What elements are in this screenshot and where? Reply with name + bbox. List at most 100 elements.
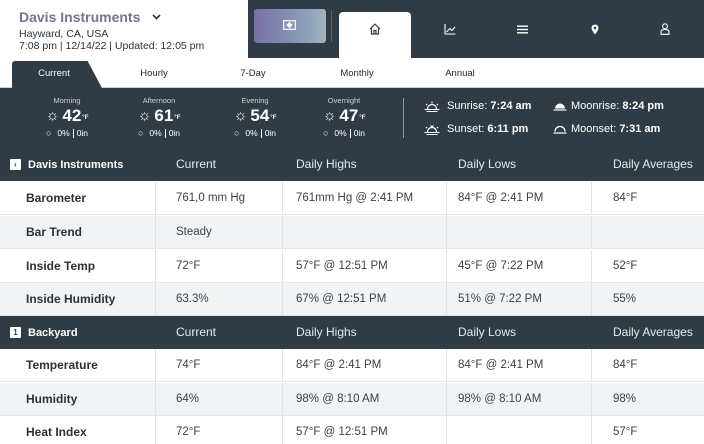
moonset-icon: [553, 124, 567, 134]
tab-7-day[interactable]: 7-Day: [228, 58, 278, 88]
forecast-unit: °F: [174, 115, 181, 121]
row-label: Humidity: [26, 392, 78, 406]
sensor-number-icon: 1: [10, 327, 21, 338]
forecast-precip-amount: 0in: [353, 128, 366, 138]
section-title-text: Backyard: [28, 326, 78, 339]
divider: [72, 128, 74, 138]
divider: [164, 128, 166, 138]
column-header-daily-lows: Daily Lows: [458, 157, 517, 171]
station-name[interactable]: Davis Instruments: [19, 9, 140, 25]
nav-account[interactable]: [645, 12, 685, 46]
row-label: Heat Index: [26, 425, 87, 439]
forecast-temp: 61: [154, 106, 174, 125]
sun-icon: ☼: [45, 107, 60, 124]
forecast-period: Evening: [241, 96, 269, 105]
cell-daily-high: 761mm Hg @ 2:41 PM: [296, 192, 414, 204]
nav-home[interactable]: [339, 12, 411, 58]
row-label: Temperature: [26, 358, 98, 372]
forecast-period: Overnight: [327, 96, 361, 105]
forecast-precip-amount: 0in: [76, 128, 89, 138]
cell-daily-average: 52°F: [613, 260, 638, 272]
forecast-precip-chance: 0%: [149, 128, 162, 138]
cell-daily-low: 98% @ 8:10 AM: [458, 393, 542, 405]
station-selector[interactable]: Davis Instruments Hayward, CA, USA 7:08 …: [0, 0, 248, 58]
cell-current: 72°F: [176, 426, 201, 438]
sunrise-time: 7:24 am: [490, 100, 532, 112]
cell-daily-low: 84°F @ 2:41 PM: [458, 192, 544, 204]
moonrise-time: 8:24 pm: [622, 100, 664, 112]
tab-monthly[interactable]: Monthly: [326, 58, 388, 88]
table-row: Humidity 64% 98% @ 8:10 AM 98% @ 8:10 AM…: [0, 383, 704, 416]
cell-daily-high: 98% @ 8:10 AM: [296, 393, 380, 405]
sunset-info: Sunset: 6:11 pm: [424, 123, 528, 135]
table-row: Temperature 74°F 84°F @ 2:41 PM 84°F @ 2…: [0, 349, 704, 382]
section-header-backyard: 1 Backyard Current Daily Highs Daily Low…: [0, 316, 704, 349]
forecast-morning: Morning ☼ 42 °F ○ 0% 0in: [22, 96, 112, 138]
sun-icon: ☼: [137, 107, 152, 124]
list-icon: [516, 25, 528, 33]
section-header-davis-instruments: ‹ Davis Instruments Current Daily Highs …: [0, 148, 704, 181]
cell-daily-average: 84°F: [613, 192, 638, 204]
chevron-down-icon[interactable]: [152, 12, 161, 23]
raindrop-icon: ○: [137, 128, 144, 138]
app-header: Davis Instruments Hayward, CA, USA 7:08 …: [0, 0, 704, 58]
cell-current: 64%: [176, 393, 200, 405]
raindrop-icon: ○: [322, 128, 329, 138]
sun-icon: ☼: [233, 107, 248, 124]
forecast-precip-amount: 0in: [168, 128, 181, 138]
column-header-daily-lows: Daily Lows: [458, 325, 517, 339]
column-header-current: Current: [176, 325, 217, 339]
forecast-period: Morning: [53, 96, 81, 105]
table-row: Inside Humidity 63.3% 67% @ 12:51 PM 51%…: [0, 283, 704, 316]
nav-map[interactable]: [575, 12, 615, 46]
tab-current[interactable]: Current: [16, 58, 92, 88]
sunrise-info: Sunrise: 7:24 am: [424, 100, 531, 112]
user-icon: [660, 23, 670, 35]
console-icon: [283, 20, 296, 30]
cell-daily-low: 45°F @ 7:22 PM: [458, 260, 544, 272]
chart-icon: [444, 23, 456, 35]
raindrop-icon: ○: [233, 128, 240, 138]
cell-daily-average: 57°F: [613, 426, 638, 438]
cell-daily-low: 51% @ 7:22 PM: [458, 293, 542, 305]
raindrop-icon: ○: [45, 128, 52, 138]
section-title[interactable]: ‹ Davis Instruments: [10, 148, 123, 181]
moonrise-label: Moonrise:: [571, 100, 620, 112]
tab-annual[interactable]: Annual: [434, 58, 486, 88]
cell-daily-average: 84°F: [613, 359, 638, 371]
cell-daily-high: 84°F @ 2:41 PM: [296, 359, 382, 371]
nav-list[interactable]: [502, 12, 542, 46]
section-title[interactable]: 1 Backyard: [10, 316, 78, 349]
view-tabs: Current Hourly 7-Day Monthly Annual: [0, 58, 704, 88]
nav-charts[interactable]: [430, 12, 470, 46]
collapse-icon[interactable]: ‹: [10, 159, 21, 170]
column-header-daily-highs: Daily Highs: [296, 325, 357, 339]
forecast-afternoon: Afternoon ☼ 61 °F ○ 0% 0in: [114, 96, 204, 138]
column-header-current: Current: [176, 157, 217, 171]
sunset-time: 6:11 pm: [487, 123, 529, 135]
forecast-divider: [403, 98, 404, 138]
forecast-overnight: Overnight ☼ 47 °F ○ 0% 0in: [299, 96, 389, 138]
forecast-precip-chance: 0%: [334, 128, 347, 138]
row-label: Inside Humidity: [26, 292, 116, 306]
forecast-precip-chance: 0%: [57, 128, 70, 138]
cell-daily-high: 57°F @ 12:51 PM: [296, 426, 388, 438]
cell-daily-high: 57°F @ 12:51 PM: [296, 260, 388, 272]
forecast-strip: Morning ☼ 42 °F ○ 0% 0in Afternoon ☼ 61 …: [0, 88, 704, 148]
moonrise-icon: [553, 101, 567, 111]
forecast-temp: 42: [62, 106, 82, 125]
location-pin-icon: [591, 24, 599, 34]
divider: [349, 128, 351, 138]
forecast-precip-chance: 0%: [245, 128, 258, 138]
forecast-period: Afternoon: [142, 96, 176, 105]
cell-current: 761,0 mm Hg: [176, 192, 246, 204]
forecast-unit: °F: [359, 115, 366, 121]
divider: [260, 128, 262, 138]
sunset-icon: [424, 124, 440, 135]
tab-hourly[interactable]: Hourly: [126, 58, 182, 88]
section-title-text: Davis Instruments: [28, 158, 124, 171]
station-location: Hayward, CA, USA: [19, 28, 109, 40]
console-button[interactable]: [254, 9, 326, 43]
home-icon: [369, 23, 381, 35]
moonset-info: Moonset: 7:31 am: [553, 123, 660, 135]
